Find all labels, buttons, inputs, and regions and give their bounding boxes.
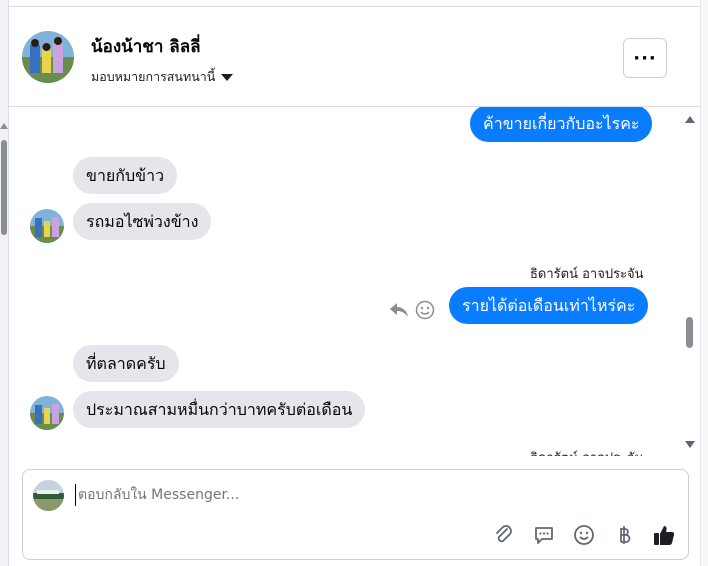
message-bubble-incoming[interactable]: ประมาณสามหมื่นกว่าบาทครับต่อเดือน: [73, 391, 366, 428]
message-bubble-incoming[interactable]: ขายกับข้าว: [73, 157, 178, 194]
thumbs-up-icon[interactable]: [652, 523, 676, 547]
message-bubble-outgoing[interactable]: ค้าขายเกี่ยวกับอะไรคะ: [470, 107, 653, 142]
reply-input[interactable]: [75, 484, 475, 506]
scroll-up-arrow-icon[interactable]: [685, 116, 695, 123]
scroll-thumb[interactable]: [1, 140, 7, 235]
ellipsis-icon: ···: [633, 47, 657, 69]
scroll-down-arrow-icon[interactable]: [685, 441, 695, 448]
sender-name: ธิดารัตน์ อาจประจัน: [530, 447, 644, 456]
message-thread: ค้าขายเกี่ยวกับอะไรคะ ขายกับข้าว รถมอไซพ…: [9, 107, 700, 456]
paperclip-icon[interactable]: [492, 523, 516, 547]
scroll-up-arrow-icon[interactable]: [0, 123, 8, 129]
contact-name[interactable]: น้องน้าชา ลิลลี่: [91, 33, 201, 60]
scroll-thumb[interactable]: [686, 317, 693, 348]
baht-icon[interactable]: [612, 523, 636, 547]
sender-name: ธิดารัตน์ อาจประจัน: [530, 267, 644, 282]
message-action-tools: [389, 300, 435, 324]
chevron-down-icon: [221, 74, 234, 81]
assign-conversation-dropdown[interactable]: มอบหมายการสนทนานี้: [91, 67, 234, 87]
message-bubble-incoming[interactable]: รถมอไซพ่วงข้าง: [73, 203, 212, 240]
more-options-button[interactable]: ···: [623, 38, 667, 78]
reply-composer: [22, 469, 689, 560]
contact-avatar-small: [30, 209, 64, 243]
left-panel-scrollbar[interactable]: [0, 0, 9, 566]
contact-avatar[interactable]: [22, 31, 74, 83]
right-panel-edge: [700, 0, 708, 566]
thread-scrollbar[interactable]: [680, 107, 700, 456]
react-icon[interactable]: [415, 300, 435, 324]
emoji-icon[interactable]: [572, 523, 596, 547]
contact-avatar-small: [30, 396, 64, 430]
chat-icon[interactable]: [532, 523, 556, 547]
message-bubble-outgoing[interactable]: รายได้ต่อเดือนเท่าไหร่คะ: [449, 287, 649, 324]
reply-icon[interactable]: [389, 301, 409, 323]
conversation-header: น้องน้าชา ลิลลี่ มอบหมายการสนทนานี้ ···: [9, 6, 700, 107]
composer-toolbar: [492, 523, 676, 547]
assign-label: มอบหมายการสนทนานี้: [91, 69, 216, 84]
message-bubble-incoming[interactable]: ที่ตลาดครับ: [73, 345, 179, 382]
page-avatar: [33, 480, 64, 511]
